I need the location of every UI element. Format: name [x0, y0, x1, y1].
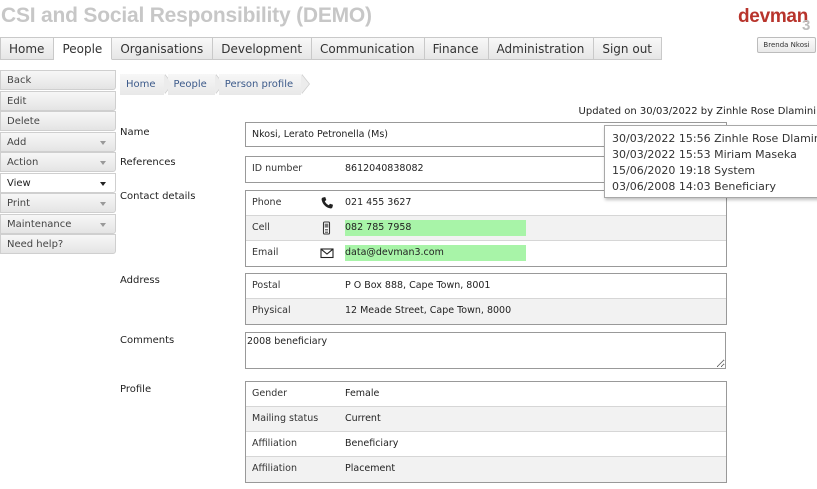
tab-development[interactable]: Development — [213, 37, 313, 60]
devman-logo: devman — [738, 6, 809, 27]
contact-details-label: Contact details — [120, 191, 196, 202]
breadcrumb: Home People Person profile — [120, 74, 311, 95]
profile-row-mailing-status: Mailing status Current — [246, 407, 726, 432]
maintenance-label: Maintenance — [7, 218, 72, 230]
breadcrumb-person-profile[interactable]: Person profile — [218, 74, 311, 95]
print-menu-button[interactable]: Print — [0, 193, 116, 213]
comments-label: Comments — [120, 335, 175, 346]
history-item: 30/03/2022 15:56 Zinhle Rose Dlamini — [612, 132, 817, 145]
profile-box: Gender Female Mailing status Current Aff… — [245, 381, 727, 483]
profile-label: Profile — [120, 384, 152, 395]
postal-label: Postal — [252, 280, 281, 291]
gender-label: Gender — [252, 388, 288, 399]
add-label: Add — [7, 136, 27, 148]
edit-button[interactable]: Edit — [0, 90, 116, 111]
breadcrumb-people[interactable]: People — [167, 74, 225, 95]
affiliation-label-2: Affiliation — [252, 463, 297, 474]
tab-administration[interactable]: Administration — [488, 37, 595, 60]
action-menu-button[interactable]: Action — [0, 152, 116, 172]
physical-value: 12 Meade Street, Cape Town, 8000 — [345, 305, 512, 316]
history-item: 30/03/2022 15:53 Miriam Maseka — [612, 148, 797, 161]
back-label: Back — [7, 75, 32, 86]
envelope-icon — [320, 248, 334, 259]
references-label: References — [120, 157, 176, 168]
add-menu-button[interactable]: Add — [0, 131, 116, 152]
tab-finance[interactable]: Finance — [424, 37, 489, 60]
breadcrumb-home[interactable]: Home — [120, 74, 172, 95]
action-label: Action — [7, 157, 39, 168]
update-history-popup: 30/03/2022 15:56 Zinhle Rose Dlamini 30/… — [604, 125, 817, 198]
postal-value: P O Box 888, Cape Town, 8001 — [345, 280, 491, 291]
name-label: Name — [120, 127, 150, 138]
phone-icon — [321, 197, 333, 209]
view-menu-button[interactable]: View — [0, 172, 116, 193]
sidebar: Back Edit Delete Add Action View Print M… — [0, 70, 116, 255]
tab-communication[interactable]: Communication — [312, 37, 425, 60]
delete-label: Delete — [7, 116, 40, 127]
address-box: Postal P O Box 888, Cape Town, 8001 Phys… — [245, 273, 727, 325]
updated-info: Updated on 30/03/2022 by Zinhle Rose Dla… — [578, 106, 816, 117]
affiliation-value-2: Placement — [345, 463, 396, 474]
back-button[interactable]: Back — [0, 70, 116, 90]
profile-row-affiliation-1: Affiliation Beneficiary — [246, 432, 726, 457]
print-label: Print — [7, 198, 31, 209]
delete-button[interactable]: Delete — [0, 111, 116, 131]
user-badge[interactable]: Brenda Nkosi — [757, 37, 816, 53]
chevron-down-icon — [100, 222, 106, 227]
address-row-postal: Postal P O Box 888, Cape Town, 8001 — [246, 274, 726, 299]
mailing-status-value: Current — [345, 413, 381, 424]
id-number-value: 8612040838082 — [345, 163, 424, 174]
history-item: 15/06/2020 19:18 System — [612, 164, 756, 177]
maintenance-menu-button[interactable]: Maintenance — [0, 213, 116, 234]
profile-row-affiliation-2: Affiliation Placement — [246, 457, 726, 482]
email-value[interactable]: data@devman3.com — [345, 245, 526, 261]
comments-textarea[interactable]: 2008 beneficiary — [245, 332, 726, 369]
id-number-label: ID number — [252, 163, 303, 174]
need-help-button[interactable]: Need help? — [0, 234, 116, 254]
phone-label: Phone — [252, 197, 282, 208]
cell-value: 082 785 7958 — [345, 220, 526, 236]
email-label: Email — [252, 247, 279, 258]
profile-row-gender: Gender Female — [246, 382, 726, 407]
contact-row-email: Email data@devman3.com — [246, 241, 726, 266]
address-row-physical: Physical 12 Meade Street, Cape Town, 800… — [246, 299, 726, 324]
history-item: 03/06/2008 14:03 Beneficiary — [612, 180, 776, 193]
chevron-down-icon — [100, 140, 106, 145]
cell-label: Cell — [252, 222, 270, 233]
tab-sign-out[interactable]: Sign out — [594, 37, 662, 60]
tab-home[interactable]: Home — [0, 37, 55, 60]
mailing-status-label: Mailing status — [252, 413, 319, 424]
view-label: View — [7, 177, 31, 189]
contact-details-box: Phone 021 455 3627 Cell 082 785 7958 Ema… — [245, 190, 727, 267]
top-navigation: Home People Organisations Development Co… — [0, 37, 662, 60]
gender-value: Female — [345, 388, 380, 399]
tab-organisations[interactable]: Organisations — [112, 37, 214, 60]
need-help-label: Need help? — [7, 239, 64, 250]
affiliation-label-1: Affiliation — [252, 438, 297, 449]
address-label: Address — [120, 275, 160, 286]
contact-row-cell: Cell 082 785 7958 — [246, 216, 726, 241]
affiliation-value-1: Beneficiary — [345, 438, 399, 449]
chevron-down-icon — [100, 161, 106, 165]
physical-label: Physical — [252, 305, 291, 316]
chevron-down-icon — [100, 202, 106, 206]
devman-logo-sup: 3 — [802, 17, 811, 34]
cellphone-icon — [322, 221, 331, 235]
chevron-down-icon — [100, 181, 106, 186]
phone-value: 021 455 3627 — [345, 197, 412, 208]
tab-people[interactable]: People — [54, 37, 113, 60]
edit-label: Edit — [7, 95, 27, 107]
app-title: CSI and Social Responsibility (DEMO) — [1, 4, 372, 27]
